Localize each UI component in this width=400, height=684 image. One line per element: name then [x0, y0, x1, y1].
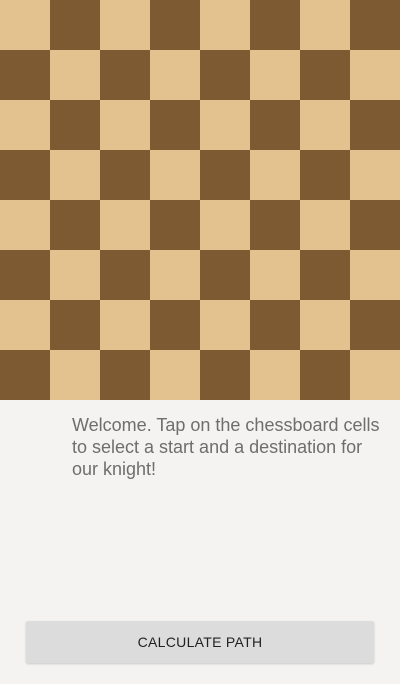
- board-cell-h4[interactable]: [350, 200, 400, 250]
- board-cell-h6[interactable]: [350, 100, 400, 150]
- calculate-path-button[interactable]: CALCULATE PATH: [26, 621, 374, 663]
- board-cell-g2[interactable]: [300, 300, 350, 350]
- board-cell-b2[interactable]: [50, 300, 100, 350]
- board-cell-e2[interactable]: [200, 300, 250, 350]
- board-cell-a1[interactable]: [0, 350, 50, 400]
- board-cell-d6[interactable]: [150, 100, 200, 150]
- board-cell-d8[interactable]: [150, 0, 200, 50]
- board-cell-c6[interactable]: [100, 100, 150, 150]
- board-cell-h1[interactable]: [350, 350, 400, 400]
- board-cell-a3[interactable]: [0, 250, 50, 300]
- board-cell-a7[interactable]: [0, 50, 50, 100]
- board-cell-a4[interactable]: [0, 200, 50, 250]
- board-cell-f1[interactable]: [250, 350, 300, 400]
- board-cell-d7[interactable]: [150, 50, 200, 100]
- board-cell-d5[interactable]: [150, 150, 200, 200]
- board-cell-g1[interactable]: [300, 350, 350, 400]
- welcome-message: Welcome. Tap on the chessboard cells to …: [72, 415, 380, 479]
- app-screen: Welcome. Tap on the chessboard cells to …: [0, 0, 400, 684]
- board-cell-f8[interactable]: [250, 0, 300, 50]
- board-cell-a2[interactable]: [0, 300, 50, 350]
- board-cell-g7[interactable]: [300, 50, 350, 100]
- board-cell-g8[interactable]: [300, 0, 350, 50]
- board-cell-e7[interactable]: [200, 50, 250, 100]
- board-cell-c7[interactable]: [100, 50, 150, 100]
- board-cell-c3[interactable]: [100, 250, 150, 300]
- board-cell-h7[interactable]: [350, 50, 400, 100]
- board-cell-b6[interactable]: [50, 100, 100, 150]
- board-cell-h5[interactable]: [350, 150, 400, 200]
- board-cell-f5[interactable]: [250, 150, 300, 200]
- board-cell-h2[interactable]: [350, 300, 400, 350]
- board-cell-f6[interactable]: [250, 100, 300, 150]
- board-cell-f2[interactable]: [250, 300, 300, 350]
- board-cell-c4[interactable]: [100, 200, 150, 250]
- board-cell-c1[interactable]: [100, 350, 150, 400]
- board-cell-d2[interactable]: [150, 300, 200, 350]
- board-cell-g6[interactable]: [300, 100, 350, 150]
- board-cell-f7[interactable]: [250, 50, 300, 100]
- board-cell-b4[interactable]: [50, 200, 100, 250]
- board-cell-c2[interactable]: [100, 300, 150, 350]
- board-cell-f3[interactable]: [250, 250, 300, 300]
- board-cell-c8[interactable]: [100, 0, 150, 50]
- board-cell-b1[interactable]: [50, 350, 100, 400]
- board-cell-e8[interactable]: [200, 0, 250, 50]
- board-cell-a6[interactable]: [0, 100, 50, 150]
- board-cell-e6[interactable]: [200, 100, 250, 150]
- board-cell-b8[interactable]: [50, 0, 100, 50]
- board-cell-d3[interactable]: [150, 250, 200, 300]
- board-cell-c5[interactable]: [100, 150, 150, 200]
- board-cell-g5[interactable]: [300, 150, 350, 200]
- board-cell-e1[interactable]: [200, 350, 250, 400]
- board-cell-b5[interactable]: [50, 150, 100, 200]
- board-cell-h8[interactable]: [350, 0, 400, 50]
- board-cell-e5[interactable]: [200, 150, 250, 200]
- board-cell-a5[interactable]: [0, 150, 50, 200]
- board-cell-f4[interactable]: [250, 200, 300, 250]
- board-cell-e3[interactable]: [200, 250, 250, 300]
- board-cell-d4[interactable]: [150, 200, 200, 250]
- board-cell-h3[interactable]: [350, 250, 400, 300]
- board-cell-b3[interactable]: [50, 250, 100, 300]
- board-cell-g3[interactable]: [300, 250, 350, 300]
- board-cell-g4[interactable]: [300, 200, 350, 250]
- board-cell-e4[interactable]: [200, 200, 250, 250]
- board-cell-a8[interactable]: [0, 0, 50, 50]
- chessboard: [0, 0, 400, 400]
- board-cell-b7[interactable]: [50, 50, 100, 100]
- board-cell-d1[interactable]: [150, 350, 200, 400]
